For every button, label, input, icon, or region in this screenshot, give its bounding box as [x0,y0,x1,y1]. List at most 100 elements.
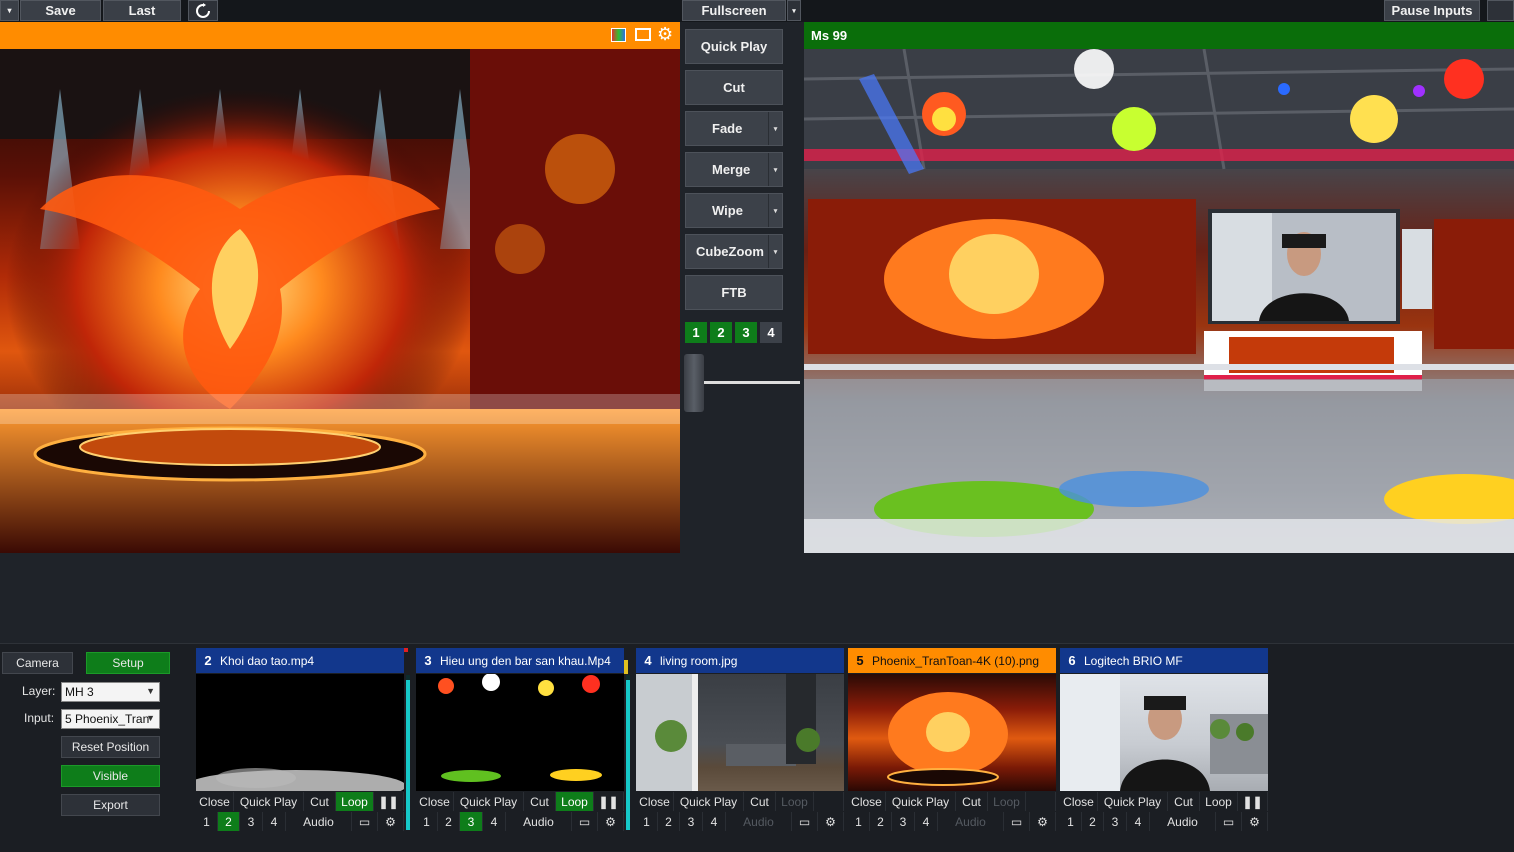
merge-button[interactable]: Merge ▾ [685,152,783,187]
overlay-4-button[interactable]: 4 [483,812,506,831]
gear-icon[interactable]: ⚙ [818,812,844,831]
fullscreen-button[interactable]: Fullscreen [682,0,786,21]
input-header[interactable]: 2 Khoi dao tao.mp4 [196,648,404,673]
monitor-icon[interactable]: ▭ [352,812,378,831]
transition-2-button[interactable]: 2 [710,322,732,343]
audio-button[interactable]: Audio [286,812,352,831]
loop-button[interactable]: Loop [776,792,814,811]
overlay-2-button[interactable]: 2 [1082,812,1104,831]
input-header[interactable]: 4 living room.jpg [636,648,844,673]
chevron-down-icon[interactable]: ▾ [768,235,782,268]
input-4[interactable]: 4 living room.jpg Close Quick Play Cut Lo… [636,648,844,832]
fade-button[interactable]: Fade ▾ [685,111,783,146]
overlay-1-button[interactable]: 1 [416,812,438,831]
input-5[interactable]: 5 Phoenix_TranToan-4K (10).png Close Quic… [848,648,1056,832]
overlay-2-button[interactable]: 2 [870,812,892,831]
overlay-3-button[interactable]: 3 [1104,812,1127,831]
ftb-button[interactable]: FTB [685,275,783,310]
quick-play-button[interactable]: Quick Play [886,792,956,811]
overlay-4-button[interactable]: 4 [1127,812,1150,831]
loop-button[interactable]: Loop [336,792,374,811]
overlay-3-button[interactable]: 3 [240,812,263,831]
cut-button[interactable]: Cut [304,792,336,811]
input-3[interactable]: 3 Hieu ung den bar san khau.Mp4 Close Qui… [416,648,624,832]
export-button[interactable]: Export [61,794,160,816]
overlay-1-button[interactable]: 1 [636,812,658,831]
cut-button[interactable]: Cut [524,792,556,811]
transition-3-button[interactable]: 3 [735,322,757,343]
overlay-3-button[interactable]: 3 [460,812,483,831]
overlay-icon[interactable] [635,28,651,41]
overlay-2-button[interactable]: 2 [438,812,460,831]
close-button[interactable]: Close [196,792,234,811]
camera-tab[interactable]: Camera [2,652,73,674]
wipe-button[interactable]: Wipe ▾ [685,193,783,228]
chevron-down-icon[interactable]: ▾ [768,194,782,227]
close-button[interactable]: Close [848,792,886,811]
overlay-2-button[interactable]: 2 [658,812,680,831]
visible-button[interactable]: Visible [61,765,160,787]
loop-button[interactable]: Loop [988,792,1026,811]
input-thumbnail[interactable] [416,674,624,791]
audio-button[interactable]: Audio [1150,812,1216,831]
gear-icon[interactable]: ⚙ [1030,812,1056,831]
overlay-2-button[interactable]: 2 [218,812,240,831]
color-bars-icon[interactable] [611,28,626,42]
gear-icon[interactable]: ⚙ [657,24,673,44]
reload-button[interactable] [188,0,218,21]
cut-button[interactable]: Cut [744,792,776,811]
cut-button[interactable]: Cut [956,792,988,811]
cubezoom-button[interactable]: CubeZoom ▾ [685,234,783,269]
input-select[interactable]: 5 Phoenix_Tran ▼ [61,709,160,729]
input-thumbnail[interactable] [196,674,404,791]
cut-button[interactable]: Cut [1168,792,1200,811]
monitor-icon[interactable]: ▭ [1004,812,1030,831]
audio-button[interactable]: Audio [726,812,792,831]
close-button[interactable]: Close [636,792,674,811]
cut-button[interactable]: Cut [685,70,783,105]
input-2[interactable]: 2 Khoi dao tao.mp4 Close Quick Play Cut L… [196,648,404,832]
pause-inputs-button[interactable]: Pause Inputs [1384,0,1480,21]
audio-button[interactable]: Audio [506,812,572,831]
overlay-4-button[interactable]: 4 [915,812,938,831]
transition-1-button[interactable]: 1 [685,322,707,343]
close-button[interactable]: Close [416,792,454,811]
gear-icon[interactable]: ⚙ [598,812,624,831]
monitor-icon[interactable]: ▭ [792,812,818,831]
overlay-3-button[interactable]: 3 [680,812,703,831]
loop-button[interactable]: Loop [1200,792,1238,811]
overlay-4-button[interactable]: 4 [263,812,286,831]
last-button[interactable]: Last [103,0,181,21]
gear-icon[interactable]: ⚙ [1242,812,1268,831]
quick-play-button[interactable]: Quick Play [454,792,524,811]
save-button[interactable]: Save [20,0,101,21]
input-header[interactable]: 6 Logitech BRIO MF [1060,648,1268,673]
transition-4-button[interactable]: 4 [760,322,782,343]
overlay-4-button[interactable]: 4 [703,812,726,831]
monitor-icon[interactable]: ▭ [1216,812,1242,831]
quick-play-button[interactable]: Quick Play [234,792,304,811]
quick-play-button[interactable]: Quick Play [1098,792,1168,811]
input-6[interactable]: 6 Logitech BRIO MF Close Quick Play Cut L… [1060,648,1268,832]
chevron-down-icon[interactable]: ▾ [768,153,782,186]
topbar-extra-button[interactable] [1487,0,1514,21]
close-button[interactable]: Close [1060,792,1098,811]
menu-dropdown-button[interactable]: ▾ [0,0,19,21]
quick-play-button[interactable]: Quick Play [685,29,783,64]
layer-select[interactable]: MH 3 ▼ [61,682,160,702]
setup-tab[interactable]: Setup [86,652,170,674]
quick-play-button[interactable]: Quick Play [674,792,744,811]
input-header[interactable]: 5 Phoenix_TranToan-4K (10).png [848,648,1056,673]
pause-icon[interactable]: ❚❚ [594,792,624,811]
input-thumbnail[interactable] [1060,674,1268,791]
overlay-1-button[interactable]: 1 [848,812,870,831]
fullscreen-dropdown-button[interactable]: ▾ [787,0,801,21]
overlay-1-button[interactable]: 1 [1060,812,1082,831]
input-thumbnail[interactable] [848,674,1056,791]
loop-button[interactable]: Loop [556,792,594,811]
monitor-icon[interactable]: ▭ [572,812,598,831]
reset-position-button[interactable]: Reset Position [61,736,160,758]
overlay-1-button[interactable]: 1 [196,812,218,831]
audio-button[interactable]: Audio [938,812,1004,831]
input-header[interactable]: 3 Hieu ung den bar san khau.Mp4 [416,648,624,673]
